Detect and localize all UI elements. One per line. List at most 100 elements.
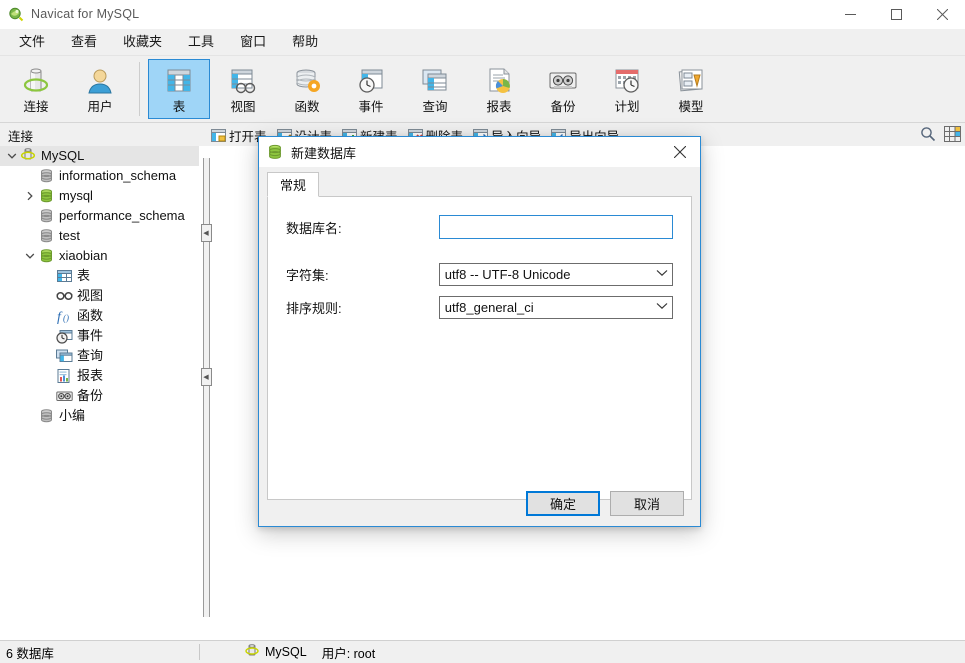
- tree-item[interactable]: xiaobian: [0, 246, 199, 266]
- toolbar-button-function[interactable]: 函数: [276, 59, 338, 119]
- search-icon[interactable]: [920, 126, 936, 145]
- menu-window[interactable]: 窗口: [227, 30, 279, 54]
- window-controls: [827, 0, 965, 28]
- server-connection-icon: [20, 148, 37, 164]
- toolbar-button-event[interactable]: 事件: [340, 59, 402, 119]
- tree-spacer: [40, 348, 56, 364]
- menu-view[interactable]: 查看: [58, 30, 110, 54]
- charset-select[interactable]: utf8 -- UTF-8 Unicode: [439, 263, 673, 286]
- tree-item[interactable]: mysql: [0, 186, 199, 206]
- cancel-button[interactable]: 取消: [610, 491, 684, 516]
- splitter-grip-bottom[interactable]: ◀: [201, 368, 212, 386]
- database-green-icon: [267, 144, 283, 160]
- tree-item[interactable]: performance_schema: [0, 206, 199, 226]
- tree-spacer: [22, 408, 38, 424]
- chevron-down-icon[interactable]: [4, 148, 20, 164]
- menu-help[interactable]: 帮助: [279, 30, 331, 54]
- status-database-count: 6 数据库: [0, 641, 199, 663]
- tree-item[interactable]: 查询: [0, 346, 199, 366]
- main-toolbar: 连接 用户 表: [0, 56, 965, 123]
- chevron-down-icon: [656, 302, 668, 313]
- toolbar-label: 用户: [87, 100, 112, 114]
- new-database-dialog: 新建数据库 常规 数据库名: 字符集: utf8 -- UTF-8 Unicod…: [258, 136, 701, 527]
- toolbar-button-schedule[interactable]: 计划: [596, 59, 658, 119]
- dialog-titlebar: 新建数据库: [259, 137, 700, 167]
- toolbar-button-backup[interactable]: 备份: [532, 59, 594, 119]
- toolbar-label: 表: [173, 100, 186, 114]
- database-gray-icon: [38, 408, 55, 424]
- toolbar-separator: [139, 62, 140, 116]
- charset-label: 字符集:: [286, 265, 439, 284]
- tree-item[interactable]: 视图: [0, 286, 199, 306]
- chevron-right-icon[interactable]: [22, 188, 38, 204]
- view-glasses-icon: [56, 288, 73, 304]
- tree-spacer: [40, 308, 56, 324]
- view-icon: [225, 66, 261, 98]
- tree-item[interactable]: f()函数: [0, 306, 199, 326]
- tree-item[interactable]: MySQL: [0, 146, 199, 166]
- connection-tree-panel: MySQL information_schemamysql performance_…: [0, 146, 200, 641]
- tree-item-label: 函数: [77, 308, 103, 324]
- window-titlebar: Navicat for MySQL: [0, 0, 965, 29]
- toolbar-button-table[interactable]: 表: [148, 59, 210, 119]
- user-icon: [82, 66, 118, 98]
- toolbar-button-query[interactable]: 查询: [404, 59, 466, 119]
- toolbar-label: 模型: [678, 100, 703, 114]
- tree-item[interactable]: 事件: [0, 326, 199, 346]
- collation-value: utf8_general_ci: [445, 300, 656, 315]
- tree-item-label: 小编: [59, 408, 85, 424]
- tab-general[interactable]: 常规: [267, 172, 319, 197]
- tree-item[interactable]: test: [0, 226, 199, 246]
- toolbar-label: 视图: [230, 100, 255, 114]
- ok-button[interactable]: 确定: [526, 491, 600, 516]
- tree-item[interactable]: information_schema: [0, 166, 199, 186]
- dialog-tab-panel: 数据库名: 字符集: utf8 -- UTF-8 Unicode 排序规则: u…: [267, 197, 692, 500]
- toolbar-button-view[interactable]: 视图: [212, 59, 274, 119]
- toolbar-button-connection[interactable]: 连接: [5, 59, 67, 119]
- toolbar-button-model[interactable]: 模型: [660, 59, 722, 119]
- dialog-title: 新建数据库: [291, 143, 356, 162]
- toolbar-label: 报表: [486, 100, 511, 114]
- panel-splitter[interactable]: ◀ ◀: [200, 146, 212, 641]
- tree-item-label: mysql: [59, 188, 93, 204]
- toolbar-button-report[interactable]: 报表: [468, 59, 530, 119]
- tree-item-label: performance_schema: [59, 208, 185, 224]
- connection-icon: [18, 66, 54, 98]
- tree-item[interactable]: 备份: [0, 386, 199, 406]
- splitter-grip-top[interactable]: ◀: [201, 224, 212, 242]
- dialog-footer: 确定 取消: [259, 480, 700, 526]
- report-icon: [481, 66, 517, 98]
- object-toolbar-right: [920, 126, 965, 145]
- tree-item-label: MySQL: [41, 148, 84, 164]
- navicat-logo-icon: [8, 6, 24, 22]
- menu-favorites[interactable]: 收藏夹: [110, 30, 175, 54]
- database-name-field[interactable]: [439, 215, 673, 239]
- close-button[interactable]: [919, 0, 965, 28]
- database-name-label: 数据库名:: [286, 218, 439, 237]
- statusbar: 6 数据库 MySQL 用户: root: [0, 640, 965, 663]
- database-gray-icon: [38, 208, 55, 224]
- tree-spacer: [22, 228, 38, 244]
- connection-pane-label: 连接: [0, 126, 199, 145]
- tree-item[interactable]: 报表: [0, 366, 199, 386]
- tree-item-label: 事件: [77, 328, 103, 344]
- maximize-button[interactable]: [873, 0, 919, 28]
- menu-file[interactable]: 文件: [6, 30, 58, 54]
- dialog-close-button[interactable]: [660, 137, 700, 167]
- chevron-down-icon[interactable]: [22, 248, 38, 264]
- minimize-button[interactable]: [827, 0, 873, 28]
- tree-spacer: [40, 328, 56, 344]
- tree-item[interactable]: 表: [0, 266, 199, 286]
- tree-spacer: [40, 288, 56, 304]
- status-user: 用户: root: [312, 643, 376, 662]
- menu-tools[interactable]: 工具: [175, 30, 227, 54]
- tree-spacer: [22, 168, 38, 184]
- tree-item[interactable]: 小编: [0, 406, 199, 426]
- grid-view-icon[interactable]: [944, 126, 961, 145]
- tree-item-label: 查询: [77, 348, 103, 364]
- function-fx-icon: f(): [56, 308, 73, 324]
- tree-item-label: 备份: [77, 388, 103, 404]
- collation-select[interactable]: utf8_general_ci: [439, 296, 673, 319]
- tree-item-label: 视图: [77, 288, 103, 304]
- toolbar-button-user[interactable]: 用户: [69, 59, 131, 119]
